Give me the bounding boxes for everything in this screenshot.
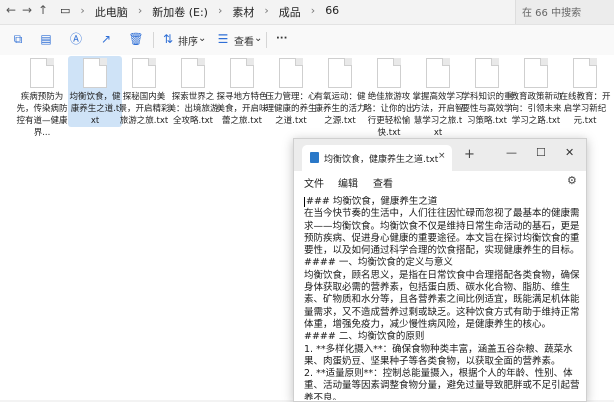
file-name: 在线教育：开启学习新纪元.txt xyxy=(559,92,611,126)
text-line: 1. **多样化摄入**：确保食物种类丰富，涵盖五谷杂粮、蔬菜水果、肉蛋奶豆、坚… xyxy=(304,343,573,367)
tab-title: 均衡饮食，健康养生之道.txt xyxy=(324,155,439,165)
chevron-down-icon[interactable]: ⌄ xyxy=(198,33,206,44)
new-tab-button[interactable]: + xyxy=(464,147,475,162)
rename-icon[interactable]: Ⓐ xyxy=(68,31,84,47)
breadcrumb-item[interactable]: 66 xyxy=(325,4,339,20)
notepad-menu-bar: 文件 编辑 查看 ⚙ xyxy=(294,171,586,193)
forward-arrow-icon[interactable]: → xyxy=(22,3,32,17)
chevron-right-icon: › xyxy=(217,4,223,17)
file-name: 教育政策新动向：引领未来学习之路.txt xyxy=(510,92,562,126)
text-line: ### 均衡饮食，健康养生之道 xyxy=(304,196,580,208)
document-icon xyxy=(475,58,499,88)
view-icon[interactable]: ☰ xyxy=(215,31,231,47)
file-item[interactable]: 在线教育：开启学习新纪元.txt xyxy=(558,56,612,127)
file-name: 绝佳旅游攻略：让你的出行更轻松愉快.txt xyxy=(363,92,415,138)
share-icon[interactable]: ↗ xyxy=(98,31,114,47)
menu-view[interactable]: 查看 xyxy=(373,175,393,190)
notepad-icon xyxy=(310,152,319,163)
delete-icon[interactable]: 🗑 xyxy=(128,31,144,47)
file-item[interactable]: 学科知识的重要性与高效学习策略.txt xyxy=(460,56,514,127)
address-bar: ← → ↑ ▭ › 此电脑 › 新加卷 (E:) › 素材 › 成品 › 66 … xyxy=(0,0,614,24)
breadcrumb: ▭ › 此电脑 › 新加卷 (E:) › 素材 › 成品 › 66 xyxy=(60,4,339,20)
document-icon xyxy=(524,58,548,88)
close-tab-icon[interactable]: × xyxy=(438,151,446,161)
document-icon xyxy=(30,58,54,88)
file-item-selected[interactable]: 均衡饮食，健康养生之道.txt xyxy=(68,56,122,127)
maximize-button[interactable]: ☐ xyxy=(536,146,546,159)
notepad-window: 均衡饮食，健康养生之道.txt × + — ☐ ✕ 文件 编辑 查看 ⚙ ###… xyxy=(293,138,587,402)
sort-icon[interactable]: ⇅ xyxy=(160,31,176,47)
file-name: 探秘国内美景，开启精彩旅游之旅.txt xyxy=(118,92,170,126)
chevron-right-icon: › xyxy=(264,4,269,17)
command-bar: ⧉ ▤ Ⓐ ↗ 🗑 ⇅ 排序 ⌄ ☰ 查看 ⌄ ··· xyxy=(0,24,614,56)
breadcrumb-item[interactable]: 此电脑 xyxy=(95,4,128,20)
file-name: 有氧运动：健康养生的活力之源.txt xyxy=(314,92,366,126)
chevron-right-icon: › xyxy=(310,4,316,17)
document-icon xyxy=(132,58,156,88)
menu-edit[interactable]: 编辑 xyxy=(338,175,358,190)
menu-file[interactable]: 文件 xyxy=(304,175,324,190)
gear-icon[interactable]: ⚙ xyxy=(567,174,577,187)
breadcrumb-item[interactable]: 素材 xyxy=(232,4,254,20)
toolbar-divider xyxy=(266,32,267,48)
chevron-right-icon: › xyxy=(80,4,85,17)
chevron-down-icon[interactable]: ⌄ xyxy=(254,33,262,44)
text-line-content: ### 均衡饮食，健康养生之道 xyxy=(306,196,438,207)
paste-icon[interactable]: ▤ xyxy=(38,31,54,47)
tab-document[interactable]: 均衡饮食，健康养生之道.txt × xyxy=(302,145,452,171)
text-line: 在当今快节奏的生活中，人们往往因忙碌而忽视了最基本的健康需求——均衡饮食。均衡饮… xyxy=(304,208,580,257)
file-item[interactable]: 探秘国内美景，开启精彩旅游之旅.txt xyxy=(117,56,171,127)
file-item[interactable]: 疾病预防为先，传染病防控有道—健康界... xyxy=(15,56,69,139)
view-button[interactable]: 查看 xyxy=(234,33,254,48)
back-arrow-icon[interactable]: ← xyxy=(6,3,16,17)
toolbar-divider xyxy=(153,32,154,48)
file-name: 探索世界之美：出境旅游全攻略.txt xyxy=(167,92,219,126)
file-item[interactable]: 教育政策新动向：引领未来学习之路.txt xyxy=(509,56,563,127)
document-icon xyxy=(181,58,205,88)
document-icon xyxy=(230,58,254,88)
breadcrumb-item[interactable]: 成品 xyxy=(279,4,301,20)
copy-icon[interactable]: ⧉ xyxy=(10,31,26,47)
chevron-right-icon: › xyxy=(137,4,143,17)
document-icon xyxy=(83,58,107,88)
document-icon xyxy=(328,58,352,88)
file-name: 掌握高效学习方法，开启智慧学习之旅.txt xyxy=(412,92,464,138)
text-cursor xyxy=(304,196,305,207)
document-icon xyxy=(279,58,303,88)
text-line: 均衡饮食，顾名思义，是指在日常饮食中合理搭配各类食物，确保身体获取必需的营养素，… xyxy=(304,269,580,330)
document-icon xyxy=(426,58,450,88)
breadcrumb-item[interactable]: 新加卷 (E:) xyxy=(152,4,208,20)
minimize-button[interactable]: — xyxy=(506,146,517,159)
file-item[interactable]: 有氧运动：健康养生的活力之源.txt xyxy=(313,56,367,127)
text-line: #### 一、均衡饮食的定义与意义 xyxy=(304,257,453,269)
text-line: 2. **适量原则**：控制总能量摄入，根据个人的年龄、性别、体重、活动量等因素… xyxy=(304,368,580,400)
search-placeholder: 在 66 中搜索 xyxy=(522,8,582,19)
file-name: 学科知识的重要性与高效学习策略.txt xyxy=(461,92,513,126)
file-item[interactable]: 压力管理：心理健康的养生之道.txt xyxy=(264,56,318,127)
notepad-text-area[interactable]: ### 均衡饮食，健康养生之道 在当今快节奏的生活中，人们往往因忙碌而忽视了最基… xyxy=(304,196,580,400)
close-window-button[interactable]: ✕ xyxy=(565,146,574,159)
file-name: 疾病预防为先，传染病防控有道—健康界... xyxy=(16,92,68,138)
file-item[interactable]: 绝佳旅游攻略：让你的出行更轻松愉快.txt xyxy=(362,56,416,139)
text-line: #### 二、均衡饮食的原则 xyxy=(304,331,425,343)
file-item[interactable]: 探索世界之美：出境旅游全攻略.txt xyxy=(166,56,220,127)
document-icon xyxy=(377,58,401,88)
computer-icon[interactable]: ▭ xyxy=(60,4,70,20)
sort-button[interactable]: 排序 xyxy=(178,33,198,48)
file-name: 探寻地方特色美食，开启味蕾之旅.txt xyxy=(216,92,268,126)
notepad-title-bar[interactable]: 均衡饮食，健康养生之道.txt × + — ☐ ✕ xyxy=(294,139,586,171)
up-arrow-icon[interactable]: ↑ xyxy=(38,3,48,17)
document-icon xyxy=(573,58,597,88)
file-name: 均衡饮食，健康养生之道.txt xyxy=(69,92,121,126)
file-item[interactable]: 掌握高效学习方法，开启智慧学习之旅.txt xyxy=(411,56,465,139)
search-input[interactable]: 在 66 中搜索 xyxy=(515,0,614,24)
file-name: 压力管理：心理健康的养生之道.txt xyxy=(265,92,317,126)
file-item[interactable]: 探寻地方特色美食，开启味蕾之旅.txt xyxy=(215,56,269,127)
more-options-button[interactable]: ··· xyxy=(276,33,287,44)
